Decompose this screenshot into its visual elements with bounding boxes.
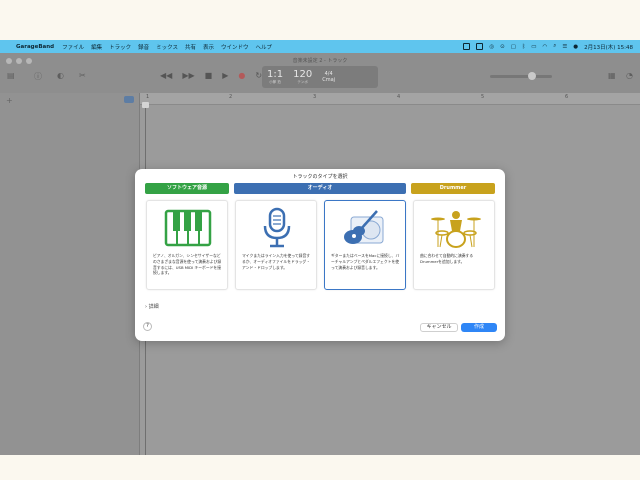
lcd-tempo-block: 120 テンポ <box>293 68 313 85</box>
record-icon[interactable]: ● <box>238 71 245 80</box>
track-type-dialog: トラックのタイプを選択 ソフトウェア音源 オーディオ Drummer ピアノ、オ… <box>135 169 505 341</box>
lcd-position-labels: 小節 拍 <box>269 80 281 85</box>
card-description: ギターまたはベースをMacに接続し、バーチャルアンプとペダルエフェクトを使って演… <box>331 253 400 270</box>
playhead-handle[interactable] <box>142 102 149 108</box>
add-track-icon[interactable]: + <box>6 96 13 105</box>
play-icon[interactable]: ▶ <box>222 71 228 80</box>
chevron-right-icon: › <box>145 304 147 310</box>
menu-record[interactable]: 録音 <box>138 43 149 51</box>
library-icon[interactable]: ▤ <box>7 71 15 80</box>
lcd-bar: 1 <box>267 68 274 80</box>
lcd-beat-label: 拍 <box>277 79 281 84</box>
track-header-pane: + <box>0 93 140 455</box>
lcd-bar-label: 小節 <box>269 79 277 84</box>
status-icon-d[interactable]: ⊙ <box>500 44 505 50</box>
card-description: ピアノ、オルガン、シンセサイザーなどのさまざまな音源を使って演奏および録音するに… <box>153 253 222 276</box>
drummer-icon <box>431 211 481 248</box>
app-menu[interactable]: GarageBand <box>16 44 54 50</box>
lcd-tempo-label: テンポ <box>297 79 308 84</box>
menu-share[interactable]: 共有 <box>185 43 196 51</box>
ruler-number: 1 <box>146 94 150 100</box>
battery-icon[interactable]: ▭ <box>531 44 536 50</box>
lcd-tempo: 120 <box>293 68 313 80</box>
dialog-title: トラックのタイプを選択 <box>292 174 348 180</box>
catch-playhead-icon[interactable] <box>124 96 134 103</box>
menu-window[interactable]: ウインドウ <box>221 43 249 51</box>
card-software-instrument[interactable]: ピアノ、オルガン、シンセサイザーなどのさまざまな音源を使って演奏および録音するに… <box>146 200 228 290</box>
timeline-ruler[interactable]: 1 2 3 4 5 6 <box>140 93 640 105</box>
details-disclosure[interactable]: › 詳細 <box>145 303 159 310</box>
search-icon[interactable]: ⌕ <box>553 43 556 50</box>
lcd-signature-block: 4/4 Cmaj <box>322 71 335 83</box>
volume-knob[interactable] <box>528 72 536 80</box>
lcd-beat: 1 <box>276 68 284 80</box>
control-center-icon[interactable]: ☰ <box>562 44 567 50</box>
siri-icon[interactable]: ● <box>573 44 578 50</box>
ruler-number: 6 <box>565 94 569 100</box>
menubar-clock[interactable]: 2月13日(木) 15:48 <box>584 43 633 51</box>
card-description: 曲に合わせて自動的に演奏するDrummerを追加します。 <box>420 253 474 264</box>
ruler-number: 3 <box>313 94 317 100</box>
toolbar: 音楽未設定 2 - トラック ▤ ⓘ ◐ ✂ ◀◀ ▶▶ ■ ▶ ● ↻ 1:1… <box>0 53 640 93</box>
lcd-position: 1:1 小節 拍 <box>267 68 284 85</box>
status-icon-c[interactable]: ◎ <box>489 44 494 50</box>
tab-drummer[interactable]: Drummer <box>411 183 495 194</box>
tab-software-instrument[interactable]: ソフトウェア音源 <box>145 183 229 194</box>
lcd-display[interactable]: 1:1 小節 拍 120 テンポ 4/4 Cmaj <box>262 66 378 88</box>
menubar: GarageBand ファイル 編集 トラック 録音 ミックス 共有 表示 ウイ… <box>0 40 640 53</box>
fast-forward-icon[interactable]: ▶▶ <box>182 71 194 80</box>
microphone-icon <box>263 207 291 248</box>
notepad-icon[interactable]: ▦ <box>608 71 616 80</box>
menu-track[interactable]: トラック <box>109 43 131 51</box>
stop-icon[interactable]: ■ <box>205 71 213 80</box>
menu-edit[interactable]: 編集 <box>91 43 102 51</box>
wifi-icon[interactable]: ◠ <box>542 44 547 50</box>
card-description: マイクまたはライン入力を使って録音するか、オーディオファイルをドラッグ・アンド・… <box>242 253 311 270</box>
transport-controls: ◀◀ ▶▶ ■ ▶ ● ↻ <box>160 71 262 80</box>
ruler-number: 5 <box>481 94 485 100</box>
ruler-number: 4 <box>397 94 401 100</box>
smart-controls-icon[interactable]: ◐ <box>57 71 64 80</box>
menu-mix[interactable]: ミックス <box>156 43 178 51</box>
help-icon[interactable]: ⓘ <box>34 71 42 82</box>
help-button[interactable]: ? <box>143 322 152 331</box>
menu-view[interactable]: 表示 <box>203 43 214 51</box>
ruler-number: 2 <box>229 94 233 100</box>
loop-browser-icon[interactable]: ◔ <box>626 71 633 80</box>
lcd-bar-beat: 1:1 <box>267 68 284 80</box>
lcd-key: Cmaj <box>322 77 336 83</box>
card-microphone[interactable]: マイクまたはライン入力を使って録音するか、オーディオファイルをドラッグ・アンド・… <box>235 200 317 290</box>
tab-audio[interactable]: オーディオ <box>234 183 406 194</box>
create-button[interactable]: 作成 <box>461 323 497 332</box>
editors-icon[interactable]: ✂ <box>79 71 86 80</box>
guitar-amp-icon <box>344 210 384 244</box>
bluetooth-icon[interactable]: ᛒ <box>522 44 525 50</box>
card-guitar-bass[interactable]: ギターまたはベースをMacに接続し、バーチャルアンプとペダルエフェクトを使って演… <box>324 200 406 290</box>
master-volume-slider[interactable] <box>490 72 552 80</box>
status-icon-b[interactable] <box>476 43 484 50</box>
menu-help[interactable]: ヘルプ <box>256 43 273 51</box>
rewind-icon[interactable]: ◀◀ <box>160 71 172 80</box>
menu-file[interactable]: ファイル <box>62 43 84 51</box>
status-icon-a[interactable] <box>463 43 471 50</box>
cancel-button[interactable]: キャンセル <box>420 323 458 332</box>
status-icon-e[interactable]: ▢ <box>511 44 516 50</box>
card-drummer[interactable]: 曲に合わせて自動的に演奏するDrummerを追加します。 <box>413 200 495 290</box>
piano-keys-icon <box>164 209 212 247</box>
details-label: 詳細 <box>148 304 159 310</box>
window-title: 音楽未設定 2 - トラック <box>292 58 348 64</box>
